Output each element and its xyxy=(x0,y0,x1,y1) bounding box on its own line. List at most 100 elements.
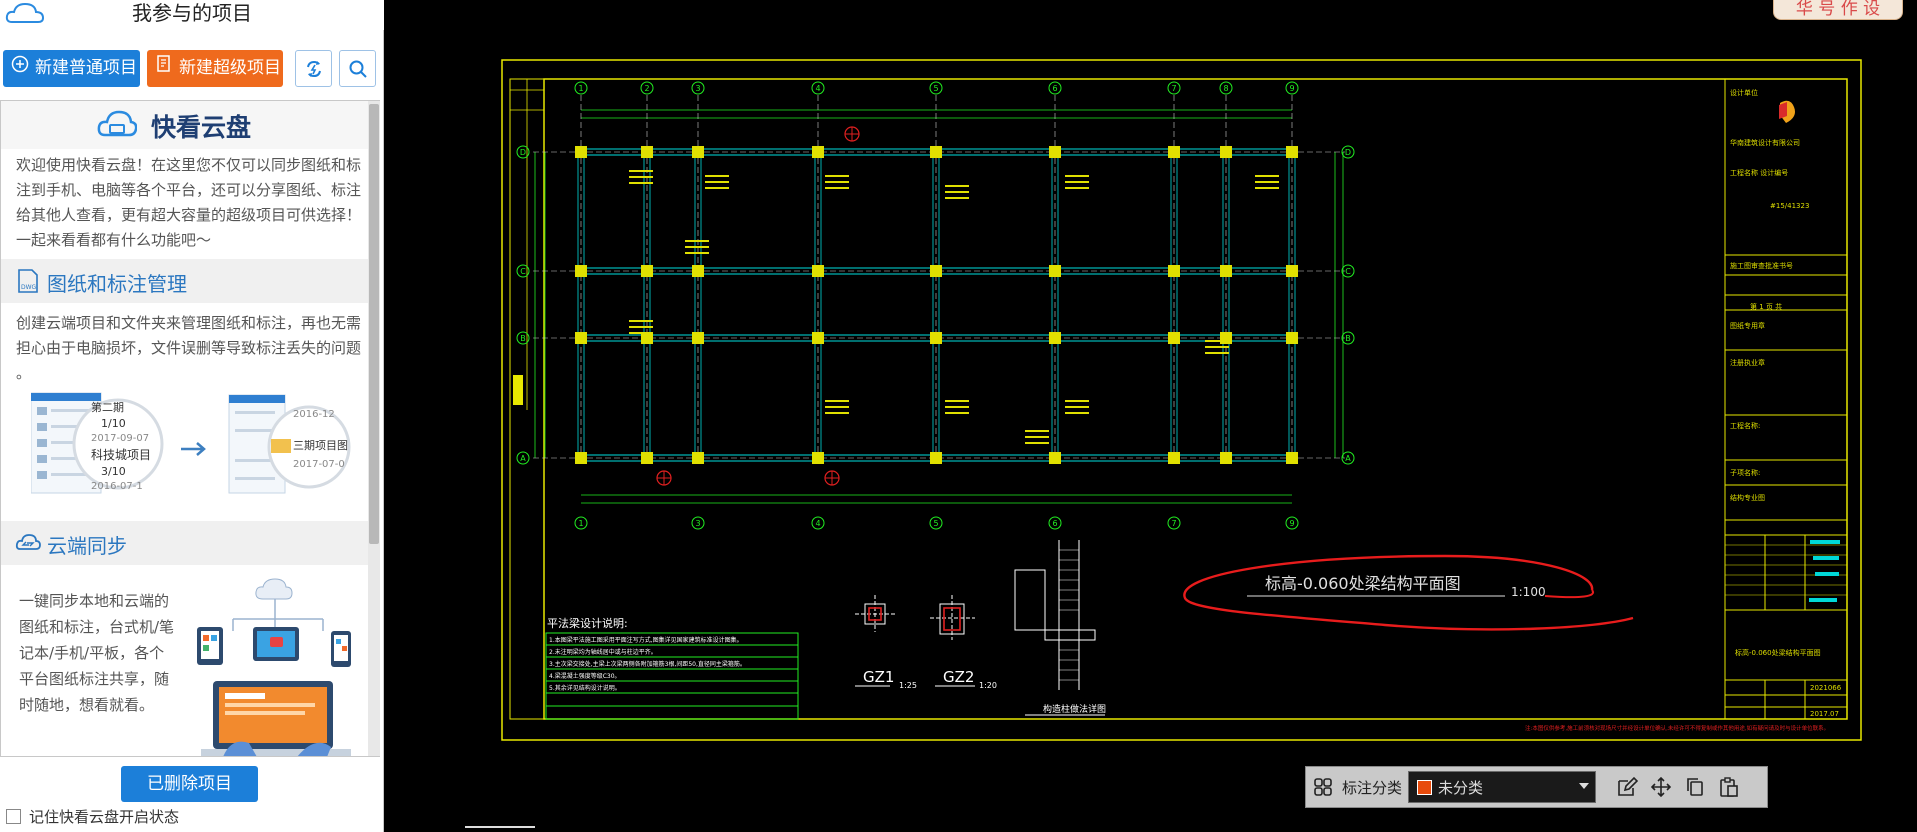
section-drawing-management-header: DWG 图纸和标注管理 xyxy=(1,259,368,303)
svg-text:4.梁混凝土强度等级C30。: 4.梁混凝土强度等级C30。 xyxy=(549,672,621,680)
left-panel: 我参与的项目 新建普通项目 新建超级项目 快看云盘 欢迎使用快看云盘！在这里您不… xyxy=(0,0,384,832)
grid-bubble-side: C xyxy=(1345,267,1351,276)
column-gz1-label: GZ1 xyxy=(863,668,894,686)
notes-title: 平法梁设计说明: xyxy=(547,616,628,630)
new-super-project-label: 新建超级项目 xyxy=(179,58,281,78)
grid-view-button[interactable] xyxy=(1306,770,1340,804)
sync-icon xyxy=(306,60,321,77)
titleblock-number: #15/41323 xyxy=(1770,202,1809,210)
category-label: 标注分类 xyxy=(1342,778,1403,797)
svg-text:工程名称:: 工程名称: xyxy=(1730,421,1760,430)
grid-bubble-side: B xyxy=(520,334,526,343)
section-cloud-sync-heading: 云端同步 xyxy=(47,534,127,558)
annotation-toolbar: 标注分类 未分类 xyxy=(1305,766,1768,808)
category-value: 未分类 xyxy=(1438,778,1484,797)
grid-bubble-top: 6 xyxy=(1052,84,1057,93)
grid-bubble-bottom: 1 xyxy=(578,519,583,528)
plus-circle-icon xyxy=(9,50,31,87)
move-button[interactable] xyxy=(1644,770,1678,804)
scrollbar-thumb[interactable] xyxy=(369,104,379,544)
grid-bubble-side: A xyxy=(1345,454,1351,463)
category-select[interactable]: 未分类 xyxy=(1408,771,1597,803)
category-color-swatch xyxy=(1417,779,1433,795)
svg-text:2.未注明梁均为轴线居中或与柱边平齐。: 2.未注明梁均为轴线居中或与柱边平齐。 xyxy=(549,648,657,656)
column-gz2-label: GZ2 xyxy=(943,668,974,686)
titleblock-drawing: 标高-0.060处梁结构平面图 xyxy=(1735,648,1821,657)
intro-header: 快看云盘 xyxy=(1,101,368,149)
svg-text:结构专业图: 结构专业图 xyxy=(1730,493,1765,502)
copy-icon xyxy=(1687,778,1703,796)
edit-icon xyxy=(1618,776,1639,796)
grid-bubble-bottom: 7 xyxy=(1171,519,1176,528)
illus-left-item-4: 科技城项目 xyxy=(91,448,151,462)
new-normal-project-label: 新建普通项目 xyxy=(35,58,137,78)
remember-checkbox[interactable] xyxy=(6,808,21,824)
grid-bubble-side: B xyxy=(1345,334,1351,343)
grid-bubble-bottom: 9 xyxy=(1289,519,1294,528)
svg-text:图纸专用章: 图纸专用章 xyxy=(1730,321,1765,330)
grid-bubble-top: 9 xyxy=(1289,84,1294,93)
illus-left-item-6: 2016-07-1 xyxy=(91,481,143,492)
illus-left-item-5: 3/10 xyxy=(101,465,126,478)
search-button[interactable] xyxy=(339,50,376,87)
grid-bubble-bottom: 4 xyxy=(815,519,820,528)
svg-text:华南建筑设计有限公司: 华南建筑设计有限公司 xyxy=(1730,138,1800,147)
grid-bubble-bottom: 5 xyxy=(933,519,938,528)
illus-left-item-1: 第二期 xyxy=(91,400,124,414)
grid-bubble-top: 1 xyxy=(578,84,583,93)
copy-button[interactable] xyxy=(1678,770,1712,804)
illus-left-item-2: 1/10 xyxy=(101,417,126,430)
panel-header: 我参与的项目 xyxy=(0,0,384,30)
intro-scroll-pane[interactable]: 快看云盘 欢迎使用快看云盘！在这里您不仅可以同步图纸和标注到手机、电脑等各个平台… xyxy=(0,100,380,757)
column-gz1-scale: 1:25 xyxy=(899,681,917,690)
grid-bubble-bottom: 3 xyxy=(695,519,700,528)
cad-drawing: 设计单位 华南建筑设计有限公司 工程名称 设计编号 #15/41323 施工图审… xyxy=(501,59,1862,741)
svg-text:1.本图梁平法施工图采用平面注写方式,图集详见国家建筑标准设: 1.本图梁平法施工图采用平面注写方式,图集详见国家建筑标准设计图集。 xyxy=(549,636,743,644)
structural-plan: 1 2 3 4 5 6 7 8 9 1 3 4 5 6 7 9 D D C C B B A A xyxy=(516,81,1355,530)
dwg-file-icon: DWG xyxy=(18,269,38,293)
panel-title: 我参与的项目 xyxy=(132,1,252,25)
remember-label: 记住快看云盘开启状态 xyxy=(29,807,180,826)
grid-bubble-side: D xyxy=(1345,148,1351,157)
svg-text:施工图审查批准书号: 施工图审查批准书号 xyxy=(1730,261,1793,270)
drawing-management-illustration: 第二期 1/10 2017-09-07 科技城项目 3/10 2016-07-1… xyxy=(31,392,351,494)
remember-state-option[interactable]: 记住快看云盘开启状态 xyxy=(6,806,179,826)
new-super-project-button[interactable]: 新建超级项目 xyxy=(147,50,283,87)
svg-text:5.其余详见结构设计说明。: 5.其余详见结构设计说明。 xyxy=(549,684,621,692)
cloud-sync-icon xyxy=(15,534,41,550)
section-cloud-sync-header: 云端同步 xyxy=(1,521,368,565)
column-gz2-scale: 1:20 xyxy=(979,681,997,690)
grid-bubble-side: D xyxy=(520,148,526,157)
grid-bubble-side: C xyxy=(520,267,526,276)
drawing-canvas[interactable]: 华 号 作 设 设计单位 华南建筑设计有限公司 工程名称 设计编号 #15/41… xyxy=(385,0,1917,832)
grid-bubble-top: 7 xyxy=(1171,84,1176,93)
grid-bubble-top: 3 xyxy=(695,84,700,93)
titleblock-sheet: 第 1 页 共 xyxy=(1750,302,1782,311)
section-caption: 构造柱做法详图 xyxy=(1043,703,1106,715)
edit-button[interactable] xyxy=(1610,770,1644,804)
illus-right-item-2: 三期项目图 xyxy=(293,439,348,452)
cloud-sync-illustration xyxy=(197,578,351,756)
svg-text:设计单位: 设计单位 xyxy=(1730,88,1758,97)
paste-button[interactable] xyxy=(1712,770,1746,804)
super-project-icon xyxy=(153,50,175,87)
grid-bubble-top: 5 xyxy=(933,84,938,93)
grid-bubble-bottom: 6 xyxy=(1052,519,1057,528)
new-normal-project-button[interactable]: 新建普通项目 xyxy=(3,50,140,87)
sync-button[interactable] xyxy=(295,50,332,87)
grid-bubble-top: 8 xyxy=(1223,84,1228,93)
svg-text:3.主次梁交接处,主梁上次梁两侧各附加箍筋3根,间距50,直: 3.主次梁交接处,主梁上次梁两侧各附加箍筋3根,间距50,直径同主梁箍筋。 xyxy=(549,660,746,668)
section-cloud-sync-text: 一键同步本地和云端的图纸和标注，台式机/笔记本/手机/平板，各个平台图纸标注共享… xyxy=(19,592,175,714)
intro-heading: 快看云盘 xyxy=(151,113,252,142)
search-icon xyxy=(349,60,367,78)
move-icon xyxy=(1650,776,1672,798)
grid-bubble-top: 2 xyxy=(644,84,649,93)
section-drawing-management-text: 创建云端项目和文件夹来管理图纸和标注，再也无需担心由于电脑损坏，文件误删等导致标… xyxy=(16,314,362,382)
section-drawing-management-heading: 图纸和标注管理 xyxy=(47,272,187,296)
deleted-projects-button[interactable]: 已删除项目 xyxy=(121,766,258,802)
illus-left-item-3: 2017-09-07 xyxy=(91,433,149,444)
titleblock-date1: 2021066 xyxy=(1810,684,1842,692)
plan-title: 标高-0.060处梁结构平面图 xyxy=(1265,574,1461,593)
scrollbar[interactable] xyxy=(368,101,380,756)
cloud-disk-icon xyxy=(97,110,137,137)
